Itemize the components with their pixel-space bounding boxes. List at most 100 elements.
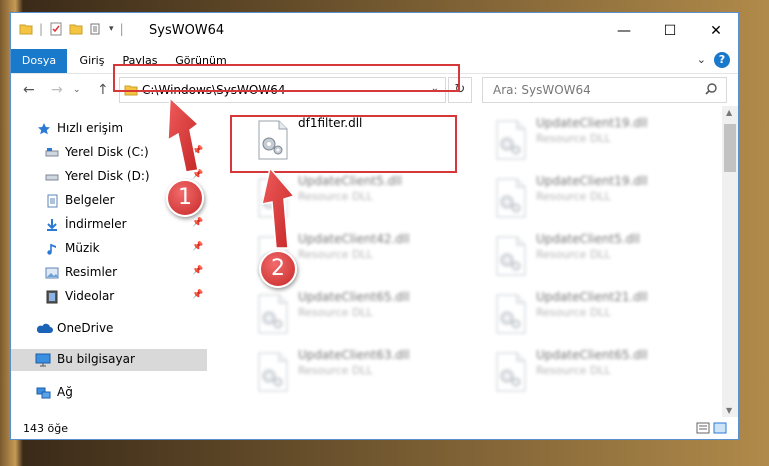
file-name: UpdateClient5.dll xyxy=(536,232,640,246)
callout-badge-2: 2 xyxy=(259,250,297,288)
refresh-button[interactable]: ↻ xyxy=(448,77,472,103)
file-type: Resource DLL xyxy=(298,248,373,261)
dll-file-icon xyxy=(258,120,288,160)
file-type: Resource DLL xyxy=(298,306,373,319)
title-bar: | ▾ | SysWOW64 — ☐ ✕ xyxy=(11,13,738,49)
address-bar[interactable]: C:\Windows\SysWOW64 ⌄ xyxy=(119,77,446,103)
sidebar-item-network[interactable]: Ağ xyxy=(11,382,207,404)
customize-toolbar-icon[interactable] xyxy=(89,22,103,36)
sidebar-item-videos[interactable]: Videolar 📌 xyxy=(11,286,207,308)
file-item[interactable]: UpdateClient21.dll Resource DLL xyxy=(479,284,699,336)
callout-badge-1: 1 xyxy=(166,179,204,217)
status-bar: 143 öğe xyxy=(11,417,738,439)
maximize-button[interactable]: ☐ xyxy=(647,13,693,49)
sidebar-item-label: Yerel Disk (D:) xyxy=(65,169,150,183)
explorer-window: | ▾ | SysWOW64 — ☐ ✕ Dosya Giriş Paylaş … xyxy=(10,12,739,440)
sidebar-item-label: Yerel Disk (C:) xyxy=(65,145,149,159)
file-name: UpdateClient19.dll xyxy=(536,174,648,188)
folder-icon xyxy=(124,85,138,96)
file-type: Resource DLL xyxy=(536,306,611,319)
forward-button[interactable]: → xyxy=(51,82,63,98)
sidebar-item-label: İndirmeler xyxy=(65,217,127,231)
sidebar-item-downloads[interactable]: İndirmeler 📌 xyxy=(11,214,207,236)
file-item[interactable]: df1filter.dll xyxy=(241,110,461,162)
file-name: UpdateClient5.dll xyxy=(298,174,402,188)
tab-file[interactable]: Dosya xyxy=(11,49,67,73)
file-type: Resource DLL xyxy=(298,364,373,377)
chevron-down-icon[interactable]: ▾ xyxy=(109,24,114,34)
file-type: Resource DLL xyxy=(536,190,611,203)
sidebar-item-onedrive[interactable]: OneDrive xyxy=(11,318,207,340)
dll-file-icon xyxy=(258,352,288,392)
drive-icon xyxy=(45,174,59,181)
sidebar-item-quick-access[interactable]: Hızlı erişim xyxy=(11,118,207,140)
dll-file-icon xyxy=(496,236,526,276)
file-name: UpdateClient21.dll xyxy=(536,290,648,304)
sidebar-item-local-disk-c[interactable]: Yerel Disk (C:) 📌 xyxy=(11,142,207,164)
dll-file-icon xyxy=(496,352,526,392)
file-item[interactable]: UpdateClient19.dll Resource DLL xyxy=(479,110,699,162)
tab-view[interactable]: Görünüm xyxy=(171,49,231,73)
scroll-up-icon[interactable]: ▲ xyxy=(726,108,732,117)
documents-icon xyxy=(47,194,58,208)
search-placeholder: Ara: SysWOW64 xyxy=(493,83,591,97)
sidebar-item-this-pc[interactable]: Bu bilgisayar xyxy=(11,349,207,371)
tab-home[interactable]: Giriş xyxy=(73,49,111,73)
sidebar-item-label: Resimler xyxy=(65,265,118,279)
music-icon xyxy=(47,244,56,255)
up-button[interactable]: ↑ xyxy=(97,82,109,98)
file-item[interactable]: UpdateClient63.dll Resource DLL xyxy=(241,342,461,394)
sidebar-item-label: Bu bilgisayar xyxy=(57,352,135,366)
pin-icon: 📌 xyxy=(192,290,204,300)
close-button[interactable]: ✕ xyxy=(693,13,738,49)
computer-icon xyxy=(35,353,51,367)
file-item[interactable]: UpdateClient19.dll Resource DLL xyxy=(479,168,699,220)
file-item[interactable]: UpdateClient65.dll Resource DLL xyxy=(241,284,461,336)
help-button[interactable]: ? xyxy=(714,52,730,68)
item-count: 143 öğe xyxy=(23,422,68,435)
file-name: UpdateClient42.dll xyxy=(298,232,410,246)
sidebar-item-label: Hızlı erişim xyxy=(57,121,124,135)
downloads-icon xyxy=(47,219,57,231)
back-button[interactable]: ← xyxy=(23,82,35,98)
videos-icon xyxy=(46,290,58,304)
tab-share[interactable]: Paylaş xyxy=(115,49,165,73)
view-toggle-icons[interactable] xyxy=(696,422,728,434)
scrollbar-thumb[interactable] xyxy=(724,124,736,172)
separator: | xyxy=(39,22,44,36)
separator: | xyxy=(119,22,124,36)
file-name: UpdateClient65.dll xyxy=(298,290,410,304)
search-input[interactable]: Ara: SysWOW64 xyxy=(482,77,727,103)
recent-locations-icon[interactable]: ⌄ xyxy=(73,85,81,95)
file-type: Resource DLL xyxy=(536,364,611,377)
properties-icon[interactable] xyxy=(49,22,63,36)
chevron-down-icon[interactable]: ⌄ xyxy=(431,83,439,94)
file-type: Resource DLL xyxy=(298,190,373,203)
pictures-icon xyxy=(45,267,59,279)
file-type: Resource DLL xyxy=(536,248,611,261)
dll-file-icon xyxy=(496,178,526,218)
file-name: df1filter.dll xyxy=(298,116,363,130)
window-title: SysWOW64 xyxy=(149,23,225,38)
minimize-button[interactable]: — xyxy=(601,13,647,49)
folder-icon xyxy=(19,24,33,35)
sidebar-item-music[interactable]: Müzik 📌 xyxy=(11,238,207,260)
vertical-scrollbar[interactable]: ▲ ▼ xyxy=(722,106,738,417)
file-name: UpdateClient63.dll xyxy=(298,348,410,362)
address-path: C:\Windows\SysWOW64 xyxy=(142,83,286,97)
file-name: UpdateClient19.dll xyxy=(536,116,648,130)
new-folder-icon[interactable] xyxy=(69,22,83,36)
expand-ribbon-icon[interactable]: ⌄ xyxy=(697,53,706,66)
file-item[interactable]: UpdateClient65.dll Resource DLL xyxy=(479,342,699,394)
dll-file-icon xyxy=(258,178,288,218)
ribbon-tabs: Dosya Giriş Paylaş Görünüm ⌄ ? xyxy=(11,49,738,74)
sidebar-item-label: OneDrive xyxy=(57,321,114,335)
file-item[interactable]: UpdateClient5.dll Resource DLL xyxy=(479,226,699,278)
file-type: Resource DLL xyxy=(536,132,611,145)
sidebar-item-label: Belgeler xyxy=(65,193,115,207)
dll-file-icon xyxy=(258,294,288,334)
pin-icon: 📌 xyxy=(192,242,204,252)
scroll-down-icon[interactable]: ▼ xyxy=(726,406,732,415)
sidebar-item-pictures[interactable]: Resimler 📌 xyxy=(11,262,207,284)
file-item[interactable]: UpdateClient5.dll Resource DLL xyxy=(241,168,461,220)
